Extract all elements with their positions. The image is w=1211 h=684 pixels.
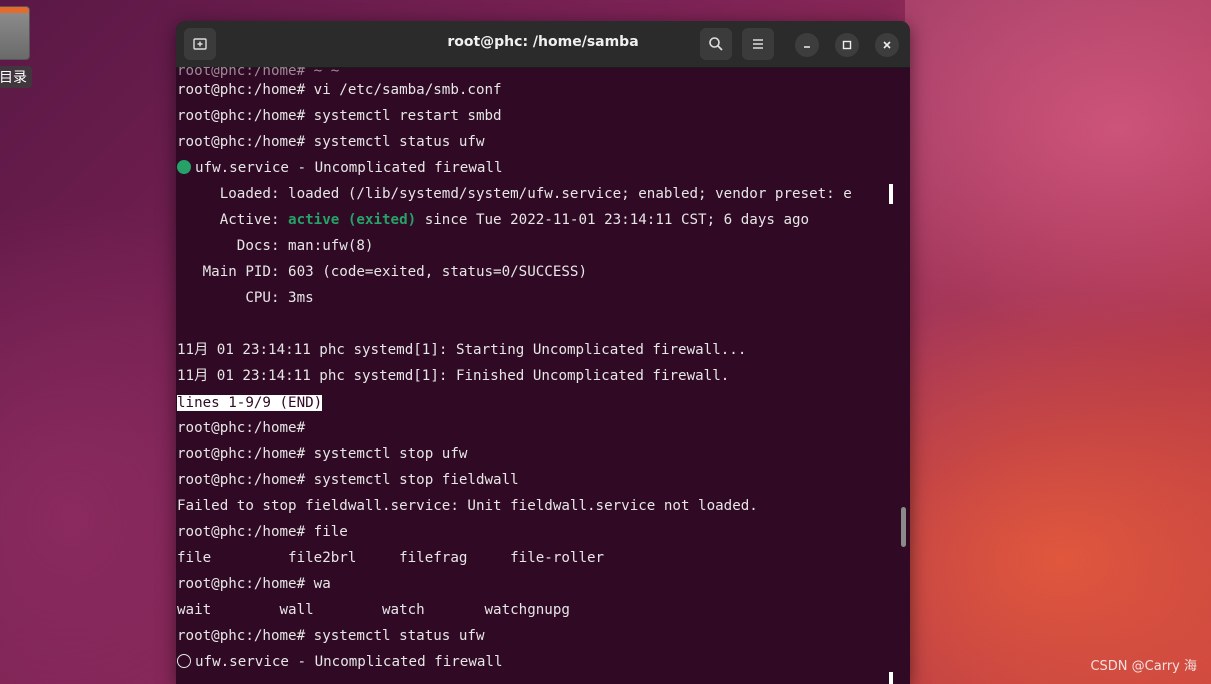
- search-icon: [709, 37, 723, 51]
- terminal-window: root@phc: /home/samba root@phc:/home# ~ …: [176, 21, 910, 684]
- terminal-line: 11月 01 23:14:11 phc systemd[1]: Finished…: [177, 368, 730, 384]
- service-header: ufw.service - Uncomplicated firewall: [195, 654, 503, 670]
- menu-button[interactable]: [742, 28, 774, 60]
- terminal-line: Active: active (exited) since Tue 2022-1…: [177, 207, 809, 233]
- terminal-line: ufw.service - Uncomplicated firewall: [177, 649, 503, 675]
- service-inactive-dot-icon: [177, 654, 191, 668]
- pager-status: lines 1-9/9 (END): [177, 392, 323, 414]
- terminal-line: root@phc:/home# vi /etc/samba/smb.conf: [177, 82, 502, 98]
- line-overflow-marker: [889, 672, 893, 684]
- service-active-dot-icon: [177, 160, 191, 174]
- terminal-line: root@phc:/home# file: [177, 524, 348, 540]
- desktop-icon-label[interactable]: 目录: [0, 66, 32, 88]
- menu-icon: [753, 39, 763, 49]
- minimize-icon: [804, 46, 810, 48]
- terminal-line: root@phc:/home# systemctl status ufw: [177, 628, 485, 644]
- minimize-button[interactable]: [795, 33, 819, 57]
- active-status: active (exited): [288, 212, 417, 228]
- pager-status-text: lines 1-9/9 (END): [177, 395, 323, 411]
- maximize-button[interactable]: [835, 33, 859, 57]
- watermark: CSDN @Carry 海: [1090, 659, 1197, 674]
- maximize-icon: [842, 40, 852, 50]
- terminal-line: CPU: 3ms: [177, 290, 314, 306]
- terminal-line: root@phc:/home# systemctl status ufw: [177, 134, 485, 150]
- desktop-folder-icon[interactable]: [0, 6, 30, 60]
- terminal-line: Main PID: 603 (code=exited, status=0/SUC…: [177, 264, 587, 280]
- terminal-output[interactable]: root@phc:/home# ~ ~ root@phc:/home# vi /…: [177, 67, 893, 684]
- terminal-line: Failed to stop fieldwall.service: Unit f…: [177, 498, 758, 514]
- close-icon: [883, 41, 891, 49]
- wallpaper-wave: [905, 0, 1211, 684]
- terminal-line: Loaded: loaded (/lib/systemd/system/ufw.…: [177, 186, 852, 202]
- search-button[interactable]: [700, 28, 732, 60]
- terminal-line: root@phc:/home#: [177, 420, 306, 436]
- terminal-line: ufw.service - Uncomplicated firewall: [177, 155, 503, 181]
- active-label: Active:: [177, 212, 289, 228]
- terminal-line: root@phc:/home# systemctl stop ufw: [177, 446, 468, 462]
- terminal-line: Docs: man:ufw(8): [177, 238, 374, 254]
- close-button[interactable]: [875, 33, 899, 57]
- terminal-line: root@phc:/home# systemctl restart smbd: [177, 108, 502, 124]
- terminal-line: wait wall watch watchgnupg: [177, 602, 570, 618]
- terminal-line: 11月 01 23:14:11 phc systemd[1]: Starting…: [177, 342, 747, 358]
- terminal-line: file file2brl filefrag file-roller: [177, 550, 605, 566]
- title-bar[interactable]: root@phc: /home/samba: [176, 21, 910, 68]
- scrollbar-thumb[interactable]: [901, 507, 906, 547]
- service-header: ufw.service - Uncomplicated firewall: [195, 160, 503, 176]
- terminal-line: root@phc:/home# wa: [177, 576, 331, 592]
- active-since: since Tue 2022-11-01 23:14:11 CST; 6 day…: [416, 212, 810, 228]
- line-overflow-marker: [889, 184, 893, 204]
- terminal-line: root@phc:/home# systemctl stop fieldwall: [177, 472, 519, 488]
